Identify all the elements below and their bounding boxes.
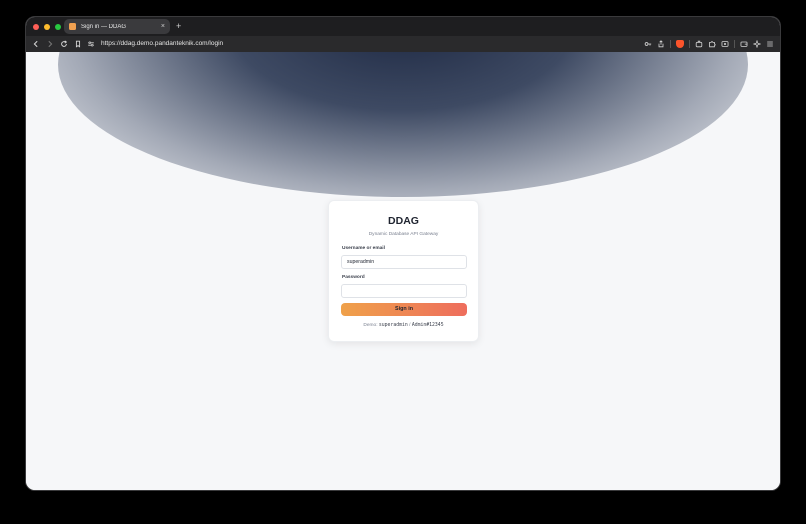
demo-separator: /: [409, 323, 411, 328]
sign-in-button[interactable]: Sign in: [341, 303, 467, 316]
background-glow: [58, 52, 748, 197]
demo-password: Admin#12345: [411, 323, 444, 328]
password-input[interactable]: [341, 284, 467, 298]
login-card: DDAG Dynamic Database API Gateway Userna…: [328, 200, 479, 342]
demo-username: superadmin: [378, 323, 408, 328]
address-bar[interactable]: https://ddag.demo.pandanteknik.com/login: [101, 39, 223, 49]
screenshot-icon[interactable]: [721, 40, 729, 48]
window-controls: [33, 23, 61, 30]
browser-window: Sign in — DDAG × + https://ddag.demo.pan…: [25, 16, 781, 491]
ai-assistant-icon[interactable]: [753, 40, 761, 48]
username-label: Username or email: [342, 246, 385, 251]
site-settings-icon[interactable]: [87, 40, 95, 48]
share-icon[interactable]: [657, 40, 665, 48]
new-tab-button[interactable]: +: [176, 20, 181, 32]
menu-icon[interactable]: [766, 40, 774, 48]
toolbar-separator: [689, 40, 690, 48]
wallet-icon[interactable]: [740, 40, 748, 48]
brand-title: DDAG: [388, 215, 419, 227]
tab-close-icon[interactable]: ×: [161, 23, 165, 30]
tab-title: Sign in — DDAG: [81, 23, 127, 30]
close-window-button[interactable]: [33, 23, 39, 30]
tab-bar: Sign in — DDAG × +: [26, 17, 780, 36]
minimize-window-button[interactable]: [44, 23, 50, 30]
forward-icon[interactable]: [46, 40, 54, 48]
bookmark-icon[interactable]: [74, 40, 82, 48]
reload-icon[interactable]: [60, 40, 68, 48]
extension-icon[interactable]: [695, 40, 703, 48]
page-content: DDAG Dynamic Database API Gateway Userna…: [26, 52, 780, 490]
brand-subtitle: Dynamic Database API Gateway: [368, 232, 439, 237]
tab-active[interactable]: Sign in — DDAG ×: [64, 19, 170, 34]
username-input[interactable]: superadmin: [341, 255, 467, 269]
demo-credentials: Demo: superadmin / Admin#12345: [329, 323, 478, 328]
brave-shields-icon[interactable]: [676, 40, 684, 48]
key-icon[interactable]: [644, 40, 652, 48]
toolbar-separator: [670, 40, 671, 48]
maximize-window-button[interactable]: [55, 23, 61, 30]
back-icon[interactable]: [32, 40, 40, 48]
browser-toolbar: https://ddag.demo.pandanteknik.com/login: [26, 36, 780, 52]
password-label: Password: [342, 275, 365, 280]
favicon-icon: [69, 23, 76, 30]
toolbar-separator: [734, 40, 735, 48]
demo-prefix: Demo:: [363, 323, 378, 328]
puzzle-icon[interactable]: [708, 40, 716, 48]
